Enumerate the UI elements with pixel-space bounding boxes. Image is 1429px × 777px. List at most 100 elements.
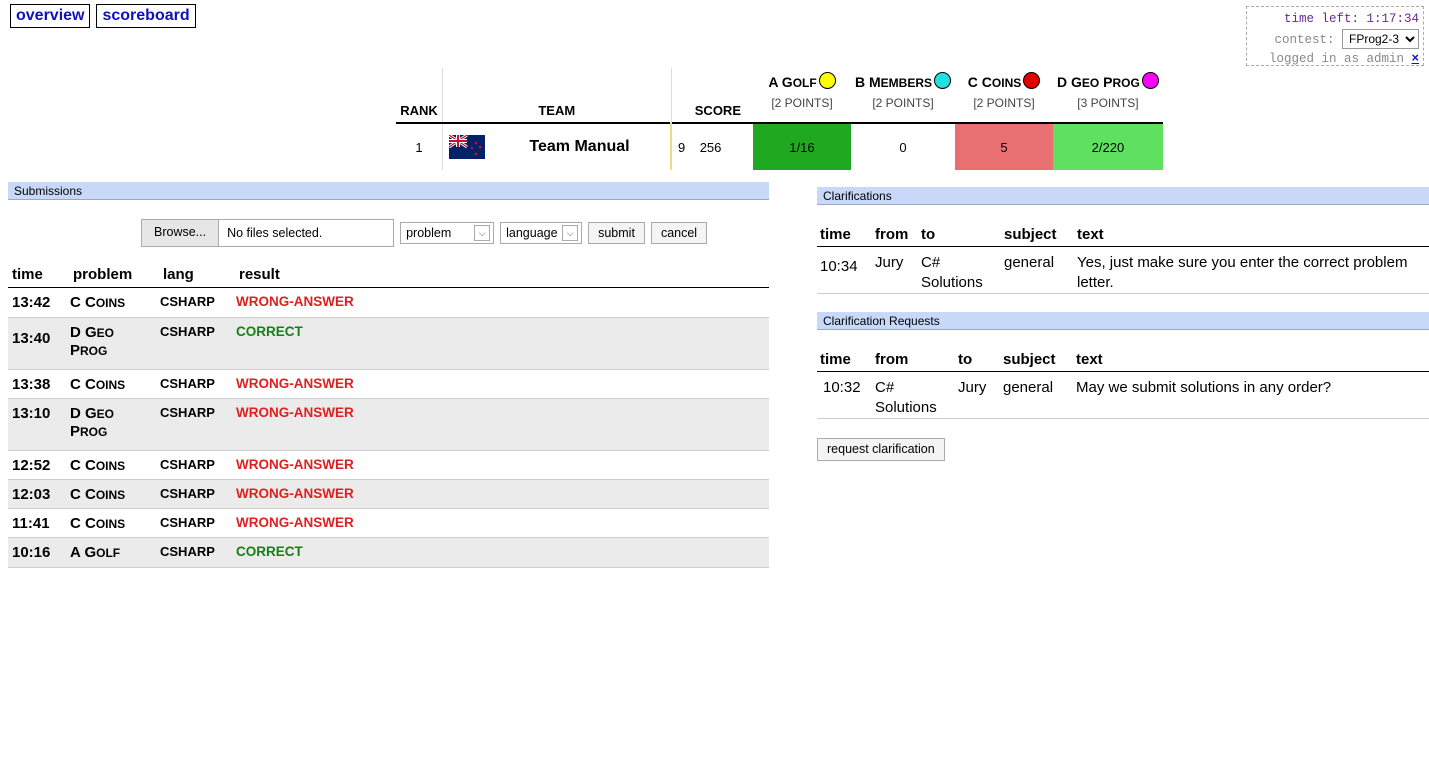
submission-time: 11:41 (8, 508, 69, 538)
cancel-button[interactable]: cancel (650, 222, 708, 244)
request-time: 10:32 (817, 371, 872, 419)
logout-link[interactable]: × (1411, 52, 1419, 66)
yellow-balloon-icon (818, 72, 836, 89)
submission-lang: CSHARP (159, 287, 235, 318)
submission-problem: C COINS (69, 287, 159, 318)
result-column-header: result (235, 262, 769, 288)
submission-result: WRONG-ANSWER (235, 450, 769, 480)
submit-button[interactable]: submit (588, 222, 645, 244)
submission-lang: CSHARP (159, 398, 235, 451)
clarification-time: 10:34 (817, 246, 872, 294)
clarification-from: Jury (872, 246, 918, 294)
status-box: time left: 1:17:34 contest: FProg2-3 log… (1246, 6, 1424, 66)
contest-label: contest: (1274, 33, 1335, 47)
clarification-to: C# Solutions (918, 246, 1001, 294)
from-column-header: from (872, 341, 955, 372)
team-row[interactable]: 1 Team Manual 9 256 1/16 0 5 2/220 (396, 123, 1163, 170)
browse-button[interactable]: Browse... (142, 220, 220, 246)
contest-select[interactable]: FProg2-3 (1342, 29, 1419, 49)
magenta-balloon-icon (1141, 72, 1159, 89)
solved-count: 9 (678, 139, 686, 155)
overview-link[interactable]: overview (10, 4, 91, 28)
time-column-header: time (817, 341, 872, 372)
score-cell-d[interactable]: 2/220 (1053, 123, 1163, 170)
clarifications-table: time from to subject text 10:34 Jury C# … (817, 216, 1429, 294)
team-name[interactable]: Team Manual (489, 123, 672, 170)
clarification-request-row[interactable]: 10:32 C# Solutions Jury general May we s… (817, 371, 1429, 419)
text-column-header: text (1073, 341, 1429, 372)
submission-row[interactable]: 13:38 C COINS CSHARP WRONG-ANSWER (8, 369, 769, 399)
language-select[interactable]: language ⌵ (500, 222, 583, 244)
clarification-row[interactable]: 10:34 Jury C# Solutions general Yes, jus… (817, 246, 1429, 294)
submission-time: 13:40 (8, 317, 69, 370)
request-clarification-button[interactable]: request clarification (817, 438, 945, 461)
submission-result: WRONG-ANSWER (235, 398, 769, 451)
submission-problem: C COINS (69, 508, 159, 538)
submission-row[interactable]: 10:16 A GOLF CSHARP CORRECT (8, 537, 769, 568)
submission-row[interactable]: 13:40 D GEO PROG CSHARP CORRECT (8, 317, 769, 370)
chevron-down-icon: ⌵ (474, 225, 491, 241)
to-column-header: to (918, 216, 1001, 247)
submission-problem: C COINS (69, 450, 159, 480)
submission-result: CORRECT (235, 317, 769, 370)
score-cell-a[interactable]: 1/16 (753, 123, 851, 170)
score-cell-c[interactable]: 5 (955, 123, 1054, 170)
submission-form: Browse... No files selected. problem ⌵ l… (141, 219, 708, 247)
score-cell-b[interactable]: 0 (851, 123, 956, 170)
submission-time: 10:16 (8, 537, 69, 568)
problem-header-c[interactable]: C COINS [2 POINTS] (955, 68, 1053, 123)
red-balloon-icon (1023, 72, 1041, 89)
clarification-subject: general (1001, 246, 1074, 294)
submission-lang: CSHARP (159, 450, 235, 480)
submission-row[interactable]: 13:42 C COINS CSHARP WRONG-ANSWER (8, 287, 769, 318)
logged-in-text: logged in as admin (1268, 52, 1404, 66)
clarification-requests-header: Clarification Requests (817, 312, 1429, 330)
penalty-time: 256 (699, 139, 722, 155)
time-column-header: time (817, 216, 872, 247)
file-input[interactable]: Browse... No files selected. (141, 219, 395, 247)
submission-problem: D GEO PROG (69, 398, 159, 451)
submission-result: WRONG-ANSWER (235, 508, 769, 538)
submissions-header: Submissions (8, 182, 769, 200)
submission-row[interactable]: 11:41 C COINS CSHARP WRONG-ANSWER (8, 508, 769, 538)
scoreboard-table: RANK TEAM SCORE A GOLF [2 POINTS] B MEMB… (396, 68, 1163, 170)
problem-header-b[interactable]: B MEMBERS [2 POINTS] (851, 68, 955, 123)
clarification-text: Yes, just make sure you enter the correc… (1074, 246, 1429, 294)
submission-row[interactable]: 13:10 D GEO PROG CSHARP WRONG-ANSWER (8, 398, 769, 451)
subject-column-header: subject (1001, 216, 1074, 247)
submission-problem: D GEO PROG (69, 317, 159, 370)
lang-column-header: lang (159, 262, 235, 288)
request-subject: general (1000, 371, 1073, 419)
submissions-table: time problem lang result 13:42 C COINS C… (8, 262, 769, 568)
submission-time: 13:42 (8, 287, 69, 318)
submission-result: WRONG-ANSWER (235, 369, 769, 399)
problem-header-a[interactable]: A GOLF [2 POINTS] (753, 68, 851, 123)
rank-header: RANK (396, 68, 443, 123)
problem-select[interactable]: problem ⌵ (400, 222, 495, 244)
problem-column-header: problem (69, 262, 159, 288)
submission-row[interactable]: 12:03 C COINS CSHARP WRONG-ANSWER (8, 479, 769, 509)
problem-header-d[interactable]: D GEO PROG [3 POINTS] (1053, 68, 1163, 123)
scoreboard-link[interactable]: scoreboard (96, 4, 196, 28)
submission-time: 12:52 (8, 450, 69, 480)
submission-lang: CSHARP (159, 369, 235, 399)
new-zealand-flag-icon (449, 135, 485, 159)
request-from: C# Solutions (872, 371, 955, 419)
cyan-balloon-icon (934, 72, 952, 89)
chevron-down-icon: ⌵ (562, 225, 579, 241)
submission-lang: CSHARP (159, 508, 235, 538)
from-column-header: from (872, 216, 918, 247)
submission-row[interactable]: 12:52 C COINS CSHARP WRONG-ANSWER (8, 450, 769, 480)
submission-time: 12:03 (8, 479, 69, 509)
submission-problem: A GOLF (69, 537, 159, 568)
clarification-requests-table: time from to subject text 10:32 C# Solut… (817, 341, 1429, 419)
time-column-header: time (8, 262, 69, 288)
submission-lang: CSHARP (159, 479, 235, 509)
team-flag (443, 123, 490, 170)
text-column-header: text (1074, 216, 1429, 247)
submission-time: 13:10 (8, 398, 69, 451)
request-to: Jury (955, 371, 1000, 419)
time-left: time left: 1:17:34 (1283, 12, 1419, 26)
file-name: No files selected. (227, 226, 323, 240)
submission-result: CORRECT (235, 537, 769, 568)
